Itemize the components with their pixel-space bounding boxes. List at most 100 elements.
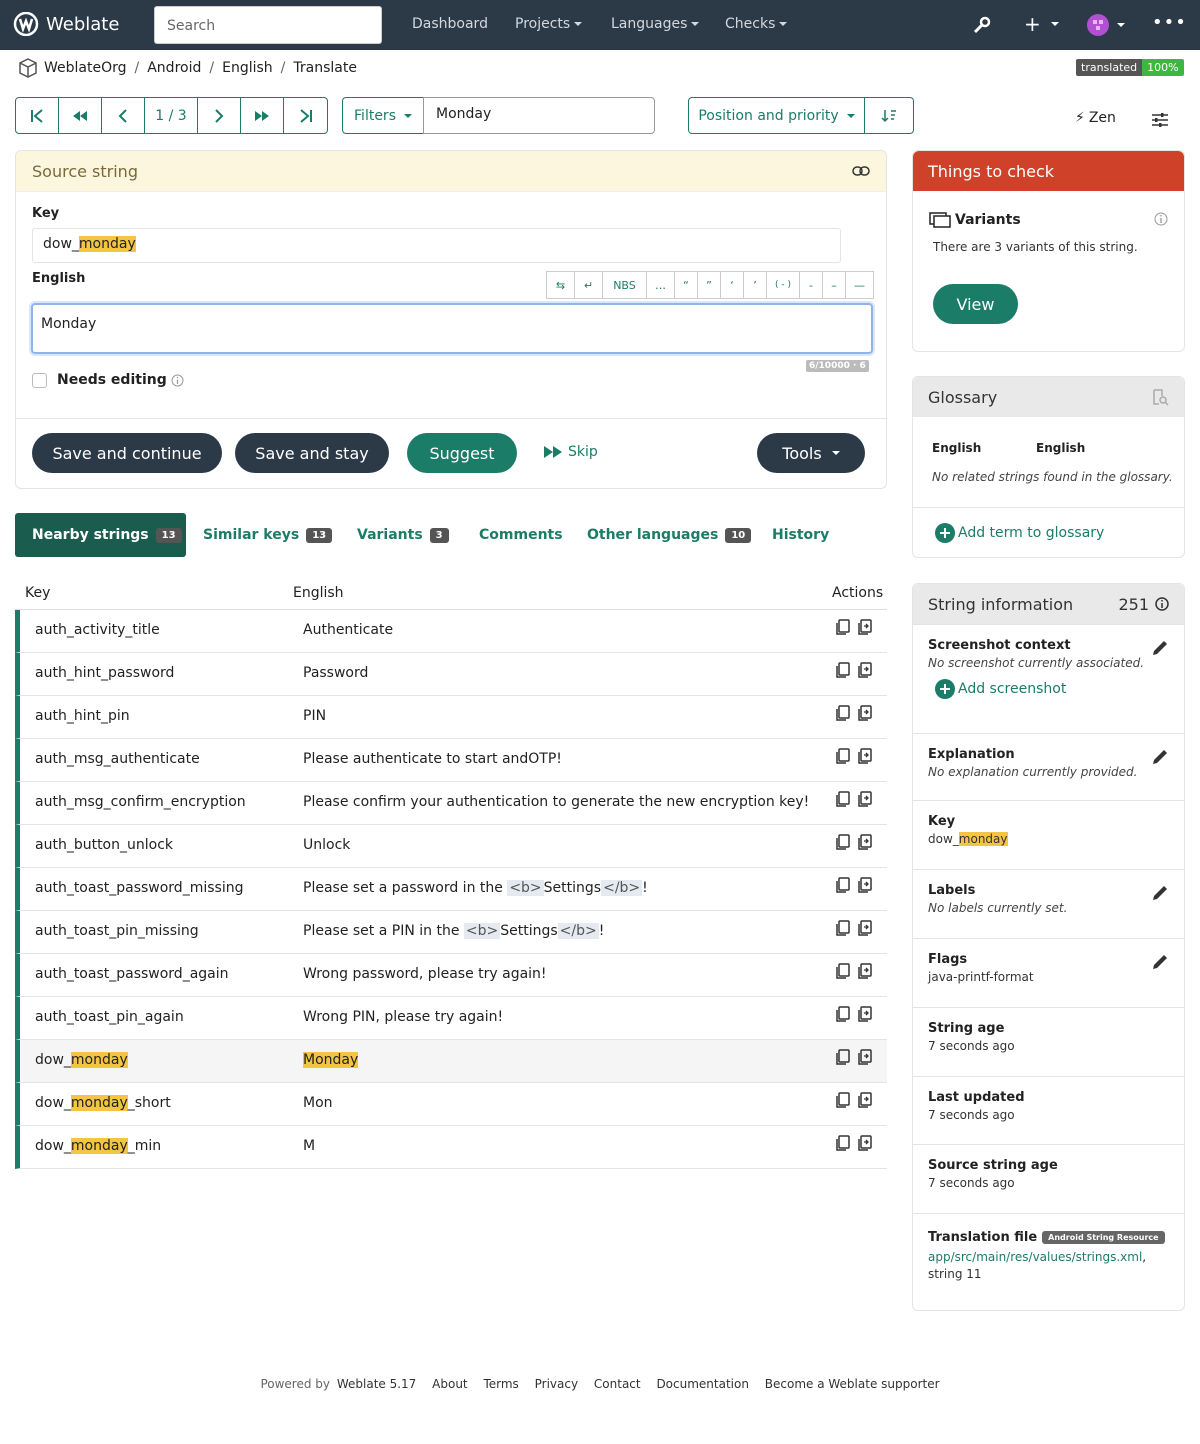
- tools-dropdown[interactable]: Tools: [757, 433, 865, 473]
- add-screenshot-button[interactable]: Add screenshot: [935, 679, 1169, 699]
- next-button[interactable]: [198, 98, 241, 133]
- copy-icon[interactable]: [835, 1135, 851, 1152]
- checkbox[interactable]: [32, 372, 47, 388]
- table-row[interactable]: auth_toast_password_missing Please set a …: [15, 868, 887, 911]
- char-button[interactable]: ’: [744, 271, 767, 299]
- tab-variants[interactable]: Variants 3: [357, 513, 449, 557]
- copy-icon[interactable]: [835, 1006, 851, 1023]
- source-text-editor[interactable]: Monday: [31, 303, 873, 354]
- char-button[interactable]: ‘: [721, 271, 744, 299]
- breadcrumb-component[interactable]: Android: [147, 60, 201, 76]
- clone-icon[interactable]: [857, 1092, 873, 1109]
- char-button[interactable]: –: [823, 271, 846, 299]
- needs-editing-checkbox[interactable]: Needs editing: [32, 372, 184, 388]
- skip-button[interactable]: Skip: [544, 444, 598, 460]
- add-menu[interactable]: +: [1024, 12, 1059, 36]
- tab-nearby-strings[interactable]: Nearby strings 13: [32, 513, 182, 557]
- table-row[interactable]: auth_button_unlock Unlock: [15, 825, 887, 868]
- glossary-search-icon[interactable]: [1151, 388, 1169, 406]
- char-button[interactable]: ⇆: [547, 271, 575, 299]
- edit-icon[interactable]: [1151, 748, 1169, 766]
- breadcrumb-language[interactable]: English: [222, 60, 273, 76]
- info-icon[interactable]: [1154, 212, 1168, 226]
- char-button[interactable]: ( - ): [767, 271, 800, 299]
- table-row[interactable]: auth_hint_password Password: [15, 653, 887, 696]
- table-row[interactable]: auth_toast_pin_again Wrong PIN, please tr…: [15, 997, 887, 1040]
- copy-icon[interactable]: [835, 748, 851, 765]
- table-row[interactable]: auth_msg_confirm_encryption Please confir…: [15, 782, 887, 825]
- copy-icon[interactable]: [835, 920, 851, 937]
- link-icon[interactable]: [852, 166, 870, 176]
- zen-button[interactable]: ⚡ Zen: [1075, 110, 1116, 126]
- copy-icon[interactable]: [835, 705, 851, 722]
- copy-icon[interactable]: [835, 963, 851, 980]
- table-row[interactable]: auth_msg_authenticate Please authenticate…: [15, 739, 887, 782]
- char-button[interactable]: ↵: [575, 271, 603, 299]
- clone-icon[interactable]: [857, 877, 873, 894]
- tab-similar-keys[interactable]: Similar keys 13: [203, 513, 333, 557]
- table-row[interactable]: auth_toast_password_again Wrong password,…: [15, 954, 887, 997]
- clone-icon[interactable]: [857, 619, 873, 636]
- tab-history[interactable]: History: [772, 513, 829, 557]
- wrench-icon[interactable]: [972, 15, 992, 35]
- edit-icon[interactable]: [1151, 884, 1169, 902]
- footer-link-contact[interactable]: Contact: [594, 1377, 641, 1391]
- copy-icon[interactable]: [835, 791, 851, 808]
- suggest-button[interactable]: Suggest: [407, 433, 517, 473]
- nav-languages[interactable]: Languages: [611, 16, 700, 32]
- search-query-input[interactable]: Monday: [423, 97, 655, 134]
- char-button[interactable]: ”: [698, 271, 721, 299]
- nav-dashboard[interactable]: Dashboard: [412, 16, 488, 32]
- clone-icon[interactable]: [857, 791, 873, 808]
- char-button[interactable]: …: [647, 271, 675, 299]
- copy-icon[interactable]: [835, 877, 851, 894]
- filters-dropdown[interactable]: Filters: [342, 97, 424, 134]
- previous-button[interactable]: [102, 98, 145, 133]
- copy-icon[interactable]: [835, 662, 851, 679]
- table-row-current[interactable]: dow_monday Monday: [15, 1040, 887, 1083]
- clone-icon[interactable]: [857, 1135, 873, 1152]
- clone-icon[interactable]: [857, 1049, 873, 1066]
- clone-icon[interactable]: [857, 662, 873, 679]
- table-row[interactable]: auth_hint_pin PIN: [15, 696, 887, 739]
- nav-checks[interactable]: Checks: [725, 16, 788, 32]
- char-button[interactable]: NBS: [603, 271, 647, 299]
- table-row[interactable]: auth_activity_title Authenticate: [15, 610, 887, 653]
- nav-projects[interactable]: Projects: [515, 16, 583, 32]
- prev-page-button[interactable]: [59, 98, 102, 133]
- footer-link-supporter[interactable]: Become a Weblate supporter: [765, 1377, 940, 1391]
- more-menu-icon[interactable]: •••: [1152, 12, 1187, 33]
- tab-comments[interactable]: Comments: [479, 513, 563, 557]
- clone-icon[interactable]: [857, 748, 873, 765]
- footer-link-privacy[interactable]: Privacy: [535, 1377, 578, 1391]
- copy-icon[interactable]: [835, 619, 851, 636]
- char-button[interactable]: “: [675, 271, 698, 299]
- settings-sliders-icon[interactable]: [1151, 112, 1169, 128]
- clone-icon[interactable]: [857, 963, 873, 980]
- char-button[interactable]: -: [800, 271, 823, 299]
- next-page-button[interactable]: [241, 98, 284, 133]
- footer-link-about[interactable]: About: [432, 1377, 467, 1391]
- search-input[interactable]: Search: [154, 6, 382, 44]
- edit-icon[interactable]: [1151, 639, 1169, 657]
- clone-icon[interactable]: [857, 834, 873, 851]
- clone-icon[interactable]: [857, 920, 873, 937]
- save-continue-button[interactable]: Save and continue: [32, 433, 222, 473]
- clone-icon[interactable]: [857, 1006, 873, 1023]
- copy-icon[interactable]: [835, 1092, 851, 1109]
- char-button[interactable]: —: [846, 271, 874, 299]
- user-menu[interactable]: [1087, 14, 1125, 36]
- breadcrumb-project[interactable]: WeblateOrg: [44, 60, 127, 76]
- save-stay-button[interactable]: Save and stay: [235, 433, 389, 473]
- footer-link-terms[interactable]: Terms: [483, 1377, 518, 1391]
- view-variants-button[interactable]: View: [933, 284, 1018, 324]
- sort-direction-button[interactable]: [864, 97, 914, 134]
- edit-icon[interactable]: [1151, 953, 1169, 971]
- table-row[interactable]: auth_toast_pin_missing Please set a PIN i…: [15, 911, 887, 954]
- last-button[interactable]: [284, 98, 327, 133]
- clone-icon[interactable]: [857, 705, 873, 722]
- footer-link-documentation[interactable]: Documentation: [656, 1377, 749, 1391]
- table-row[interactable]: dow_monday_min M: [15, 1126, 887, 1169]
- tab-other-languages[interactable]: Other languages 10: [587, 513, 752, 557]
- copy-icon[interactable]: [835, 834, 851, 851]
